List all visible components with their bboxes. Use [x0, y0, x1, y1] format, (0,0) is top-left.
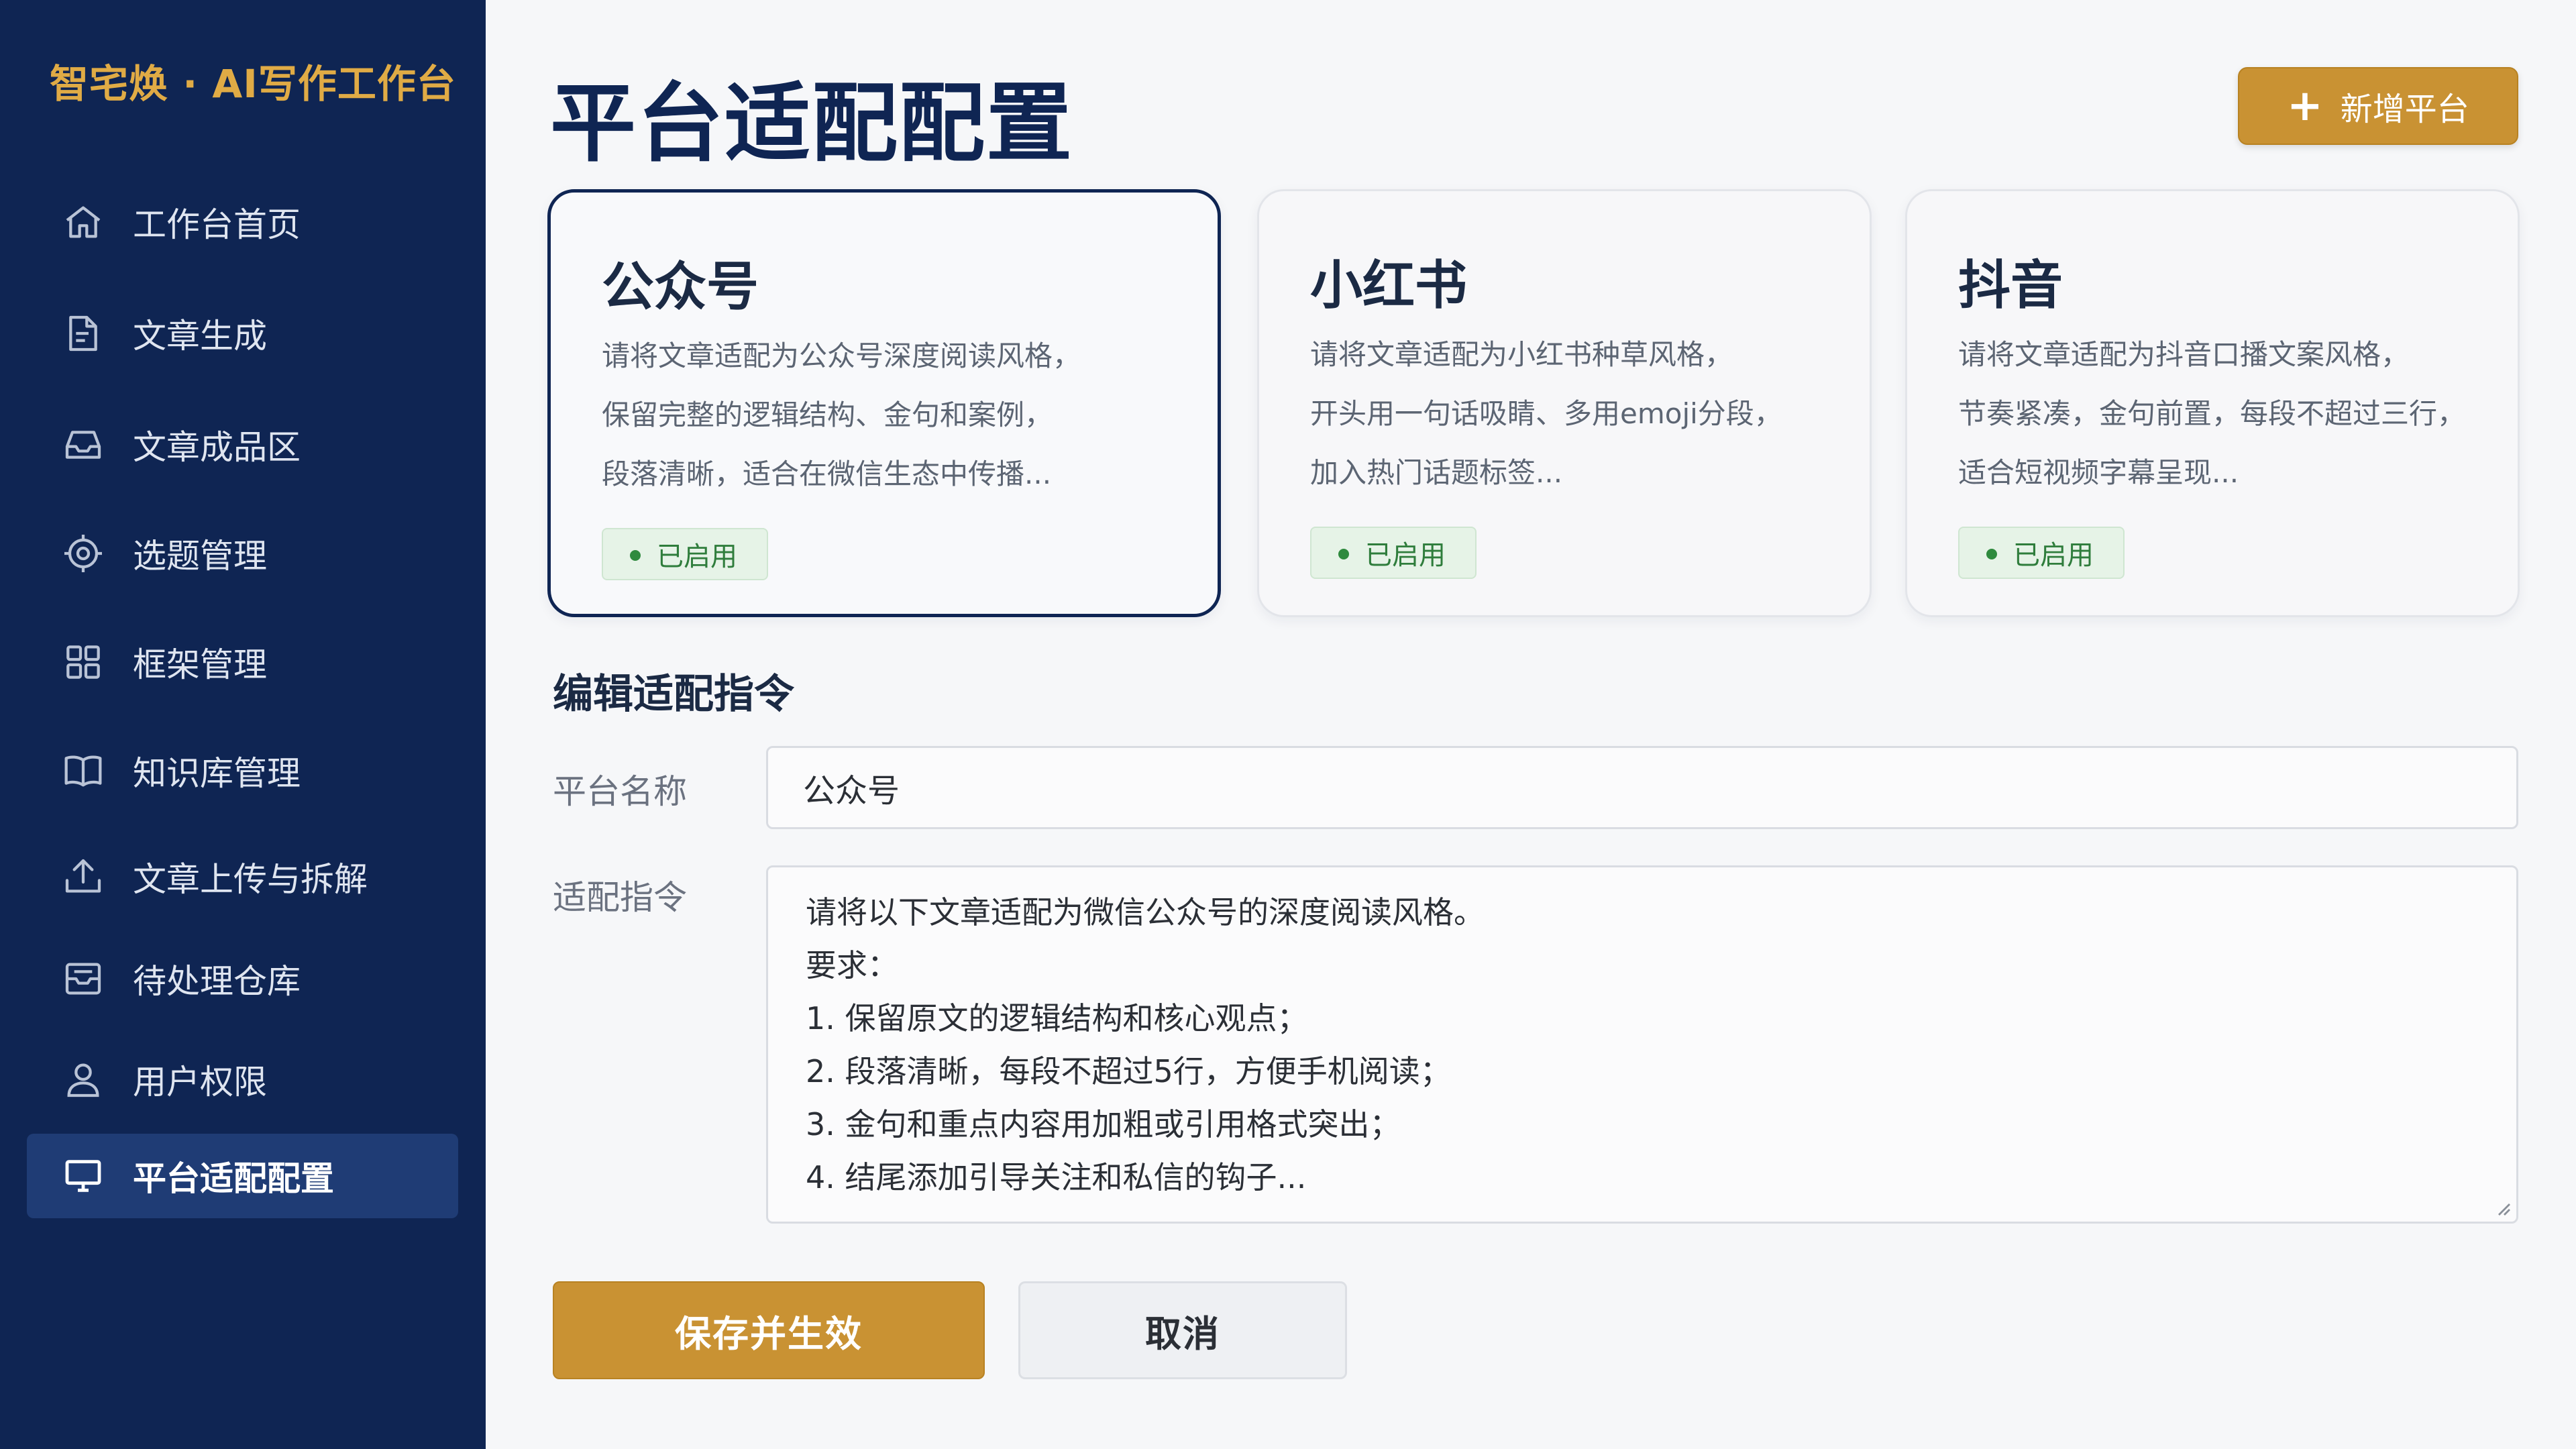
sidebar-item-label: 框架管理	[133, 645, 267, 684]
instruction-line: 请将以下文章适配为微信公众号的深度阅读风格。	[806, 894, 1485, 930]
sidebar-item-pending-warehouse[interactable]: 待处理仓库	[27, 936, 458, 1021]
sidebar: 智宅焕 · AI写作工作台 工作台首页 文章生成 文章成品区 选题管理 框架管理…	[0, 0, 486, 1449]
app-window: 智宅焕 · AI写作工作台 工作台首页 文章生成 文章成品区 选题管理 框架管理…	[0, 0, 2576, 1449]
status-badge: 已启用	[1310, 527, 1477, 579]
sidebar-item-user-permissions[interactable]: 用户权限	[27, 1037, 458, 1122]
edit-section-title: 编辑适配指令	[553, 671, 794, 718]
platform-card-title: 公众号	[602, 257, 759, 317]
tray-icon	[62, 957, 105, 1000]
plus-icon: +	[2287, 81, 2323, 131]
status-dot-icon	[1338, 549, 1349, 559]
platform-card-description: 请将文章适配为公众号深度阅读风格， 保留完整的逻辑结构、金句和案例， 段落清晰，…	[602, 327, 1195, 504]
target-icon	[62, 532, 105, 575]
sidebar-item-home[interactable]: 工作台首页	[27, 180, 458, 264]
save-button[interactable]: 保存并生效	[553, 1281, 985, 1379]
description-line: 适合短视频字幕呈现...	[1958, 456, 2239, 489]
description-line: 加入热门话题标签...	[1310, 456, 1563, 489]
instruction-line: 1. 保留原文的逻辑结构和核心观点；	[806, 1000, 1308, 1036]
sidebar-item-label: 知识库管理	[133, 754, 301, 793]
user-icon	[62, 1058, 105, 1101]
description-line: 保留完整的逻辑结构、金句和案例，	[602, 398, 1053, 431]
status-badge-label: 已启用	[657, 541, 737, 572]
instruction-line: 2. 段落清晰，每段不超过5行，方便手机阅读；	[806, 1053, 1451, 1089]
platform-card-title: 抖音	[1958, 256, 2063, 316]
platform-name-input[interactable]: 公众号	[766, 746, 2518, 829]
document-edit-icon	[62, 312, 105, 355]
instruction-text: 请将以下文章适配为微信公众号的深度阅读风格。 要求： 1. 保留原文的逻辑结构和…	[806, 886, 1485, 1204]
sidebar-item-topics[interactable]: 选题管理	[27, 511, 458, 596]
status-dot-icon	[630, 550, 641, 561]
inbox-icon	[62, 423, 105, 466]
status-badge: 已启用	[602, 528, 768, 580]
sidebar-item-article-generate[interactable]: 文章生成	[27, 291, 458, 376]
sidebar-item-label: 工作台首页	[133, 205, 301, 244]
description-line: 节奏紧凑，金句前置，每段不超过三行，	[1958, 397, 2466, 430]
sidebar-item-label: 平台适配配置	[133, 1159, 334, 1198]
sidebar-item-label: 选题管理	[133, 537, 267, 576]
page-title: 平台适配配置	[550, 74, 1074, 174]
instruction-label: 适配指令	[553, 878, 687, 917]
sidebar-item-label: 文章上传与拆解	[133, 860, 368, 899]
description-line: 开头用一句话吸睛、多用emoji分段，	[1310, 397, 1782, 430]
sidebar-item-label: 待处理仓库	[133, 962, 301, 1001]
sidebar-item-label: 用户权限	[133, 1063, 267, 1102]
cancel-button[interactable]: 取消	[1018, 1281, 1347, 1379]
sidebar-item-label: 文章成品区	[133, 428, 301, 467]
add-platform-button[interactable]: + 新增平台	[2238, 67, 2518, 145]
home-icon	[62, 201, 105, 244]
status-badge-label: 已启用	[2013, 540, 2094, 571]
instruction-textarea[interactable]: 请将以下文章适配为微信公众号的深度阅读风格。 要求： 1. 保留原文的逻辑结构和…	[766, 865, 2518, 1224]
platform-card-title: 小红书	[1310, 256, 1468, 316]
status-dot-icon	[1986, 549, 1997, 559]
grid-icon	[62, 641, 105, 684]
instruction-line: 4. 结尾添加引导关注和私信的钩子...	[806, 1159, 1307, 1195]
sidebar-item-label: 文章生成	[133, 317, 267, 356]
sidebar-item-finished-articles[interactable]: 文章成品区	[27, 402, 458, 487]
platform-card-wechat[interactable]: 公众号 请将文章适配为公众号深度阅读风格， 保留完整的逻辑结构、金句和案例， 段…	[547, 189, 1221, 617]
description-line: 请将文章适配为抖音口播文案风格，	[1958, 338, 2410, 371]
status-badge: 已启用	[1958, 527, 2125, 579]
sidebar-item-knowledge-base[interactable]: 知识库管理	[27, 729, 458, 813]
sidebar-item-upload-analyze[interactable]: 文章上传与拆解	[27, 835, 458, 919]
description-line: 请将文章适配为小红书种草风格，	[1310, 338, 1733, 371]
brand-title: 智宅焕 · AI写作工作台	[50, 61, 456, 107]
book-icon	[62, 749, 105, 792]
platform-name-label: 平台名称	[553, 772, 687, 811]
instruction-line: 3. 金句和重点内容用加粗或引用格式突出；	[806, 1106, 1401, 1142]
add-platform-label: 新增平台	[2340, 91, 2469, 128]
sidebar-item-platform-config[interactable]: 平台适配配置	[27, 1134, 458, 1218]
resize-handle-icon[interactable]	[2492, 1197, 2511, 1216]
monitor-icon	[62, 1155, 105, 1197]
description-line: 请将文章适配为公众号深度阅读风格，	[602, 339, 1081, 372]
description-line: 段落清晰，适合在微信生态中传播...	[602, 458, 1052, 490]
platform-card-douyin[interactable]: 抖音 请将文章适配为抖音口播文案风格， 节奏紧凑，金句前置，每段不超过三行， 适…	[1905, 189, 2520, 617]
status-badge-label: 已启用	[1365, 540, 1446, 571]
sidebar-item-frameworks[interactable]: 框架管理	[27, 620, 458, 704]
instruction-line: 要求：	[806, 947, 898, 983]
platform-card-description: 请将文章适配为抖音口播文案风格， 节奏紧凑，金句前置，每段不超过三行， 适合短视…	[1958, 325, 2495, 502]
upload-icon	[62, 855, 105, 898]
platform-card-xiaohongshu[interactable]: 小红书 请将文章适配为小红书种草风格， 开头用一句话吸睛、多用emoji分段， …	[1257, 189, 1872, 617]
platform-card-description: 请将文章适配为小红书种草风格， 开头用一句话吸睛、多用emoji分段， 加入热门…	[1310, 325, 1847, 502]
main-content: 平台适配配置 + 新增平台 公众号 请将文章适配为公众号深度阅读风格， 保留完整…	[486, 0, 2576, 1449]
